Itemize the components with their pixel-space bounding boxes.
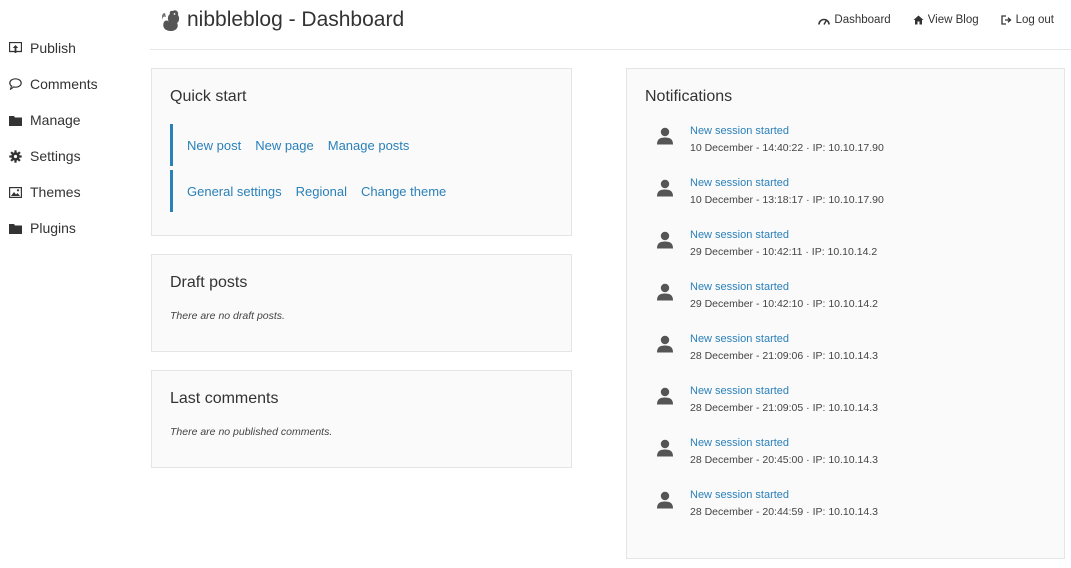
notification-details: 28 December - 20:45:00 · IP: 10.10.14.3 [690,454,878,466]
notification-item: New session started 10 December - 14:40:… [627,125,1064,177]
sidebar-item-label: Manage [30,112,81,128]
quick-start-panel: Quick start New post New page Manage pos… [151,68,572,236]
notification-title[interactable]: New session started [690,177,789,189]
user-icon [657,283,673,301]
new-page-link[interactable]: New page [255,138,314,153]
dashboard-icon [818,18,831,25]
view-blog-link[interactable]: View Blog [913,14,979,26]
notification-item: New session started 28 December - 20:45:… [627,437,1064,489]
user-icon [657,179,673,197]
sidebar-item-themes[interactable]: Themes [0,174,140,210]
quick-start-settings-links: General settings Regional Change theme [170,170,460,212]
log-out-link[interactable]: Log out [1000,14,1054,26]
notification-title[interactable]: New session started [690,385,789,397]
notification-item: New session started 29 December - 10:42:… [627,229,1064,281]
sidebar: Publish Comments Manage Settings Themes … [0,30,140,246]
notification-details: 28 December - 21:09:05 · IP: 10.10.14.3 [690,402,878,414]
notification-title[interactable]: New session started [690,281,789,293]
user-icon [657,491,673,509]
image-icon [8,185,22,199]
home-icon [913,15,924,25]
new-post-link[interactable]: New post [187,138,241,153]
change-theme-link[interactable]: Change theme [361,184,446,199]
notification-item: New session started 28 December - 20:44:… [627,489,1064,541]
upload-icon [8,41,22,55]
notification-details: 10 December - 13:18:17 · IP: 10.10.17.90 [690,194,884,206]
page-title: nibbleblog - Dashboard [187,8,405,31]
notification-item: New session started 10 December - 13:18:… [627,177,1064,229]
last-comments-title: Last comments [170,390,279,407]
sidebar-item-label: Settings [30,148,81,164]
notification-details: 29 December - 10:42:11 · IP: 10.10.14.2 [690,246,878,258]
dashboard-link-label: Dashboard [834,14,891,26]
user-icon [657,439,673,457]
user-icon [657,231,673,249]
gear-icon [8,149,22,163]
user-icon [657,387,673,405]
top-nav: Dashboard View Blog Log out [796,14,1054,26]
dashboard-link[interactable]: Dashboard [818,14,891,26]
log-out-link-label: Log out [1015,14,1054,26]
quick-start-title: Quick start [170,88,247,105]
log-out-icon [1000,15,1012,25]
notification-title[interactable]: New session started [690,489,789,501]
notification-details: 28 December - 21:09:06 · IP: 10.10.14.3 [690,350,878,362]
regional-link[interactable]: Regional [296,184,347,199]
quick-start-content-links: New post New page Manage posts [170,124,423,166]
notification-item: New session started 29 December - 10:42:… [627,281,1064,333]
manage-posts-link[interactable]: Manage posts [328,138,410,153]
view-blog-link-label: View Blog [927,14,979,26]
folder-icon [8,221,22,235]
sidebar-item-label: Plugins [30,220,76,236]
notification-item: New session started 28 December - 21:09:… [627,385,1064,437]
brand: nibbleblog - Dashboard [159,8,404,32]
squirrel-logo-icon [159,8,181,32]
sidebar-item-publish[interactable]: Publish [0,30,140,66]
notification-title[interactable]: New session started [690,437,789,449]
last-comments-empty-message: There are no published comments. [170,426,333,438]
sidebar-item-label: Comments [30,76,98,92]
user-icon [657,335,673,353]
top-header: nibbleblog - Dashboard Dashboard View Bl… [150,0,1071,50]
notification-details: 29 December - 10:42:10 · IP: 10.10.14.2 [690,298,878,310]
sidebar-item-label: Themes [30,184,81,200]
folder-icon [8,113,22,127]
notification-details: 28 December - 20:44:59 · IP: 10.10.14.3 [690,506,878,518]
notifications-title: Notifications [645,88,733,105]
sidebar-item-settings[interactable]: Settings [0,138,140,174]
notification-item: New session started 28 December - 21:09:… [627,333,1064,385]
sidebar-item-label: Publish [30,40,76,56]
sidebar-item-plugins[interactable]: Plugins [0,210,140,246]
draft-posts-panel: Draft posts There are no draft posts. [151,254,572,352]
notification-details: 10 December - 14:40:22 · IP: 10.10.17.90 [690,142,884,154]
notification-title[interactable]: New session started [690,125,789,137]
sidebar-item-manage[interactable]: Manage [0,102,140,138]
draft-posts-title: Draft posts [170,274,248,291]
last-comments-panel: Last comments There are no published com… [151,370,572,468]
general-settings-link[interactable]: General settings [187,184,282,199]
notification-title[interactable]: New session started [690,229,789,241]
comment-icon [8,77,22,91]
sidebar-item-comments[interactable]: Comments [0,66,140,102]
notification-title[interactable]: New session started [690,333,789,345]
user-icon [657,127,673,145]
notifications-panel: Notifications New session started 10 Dec… [626,68,1065,559]
draft-posts-empty-message: There are no draft posts. [170,310,285,322]
